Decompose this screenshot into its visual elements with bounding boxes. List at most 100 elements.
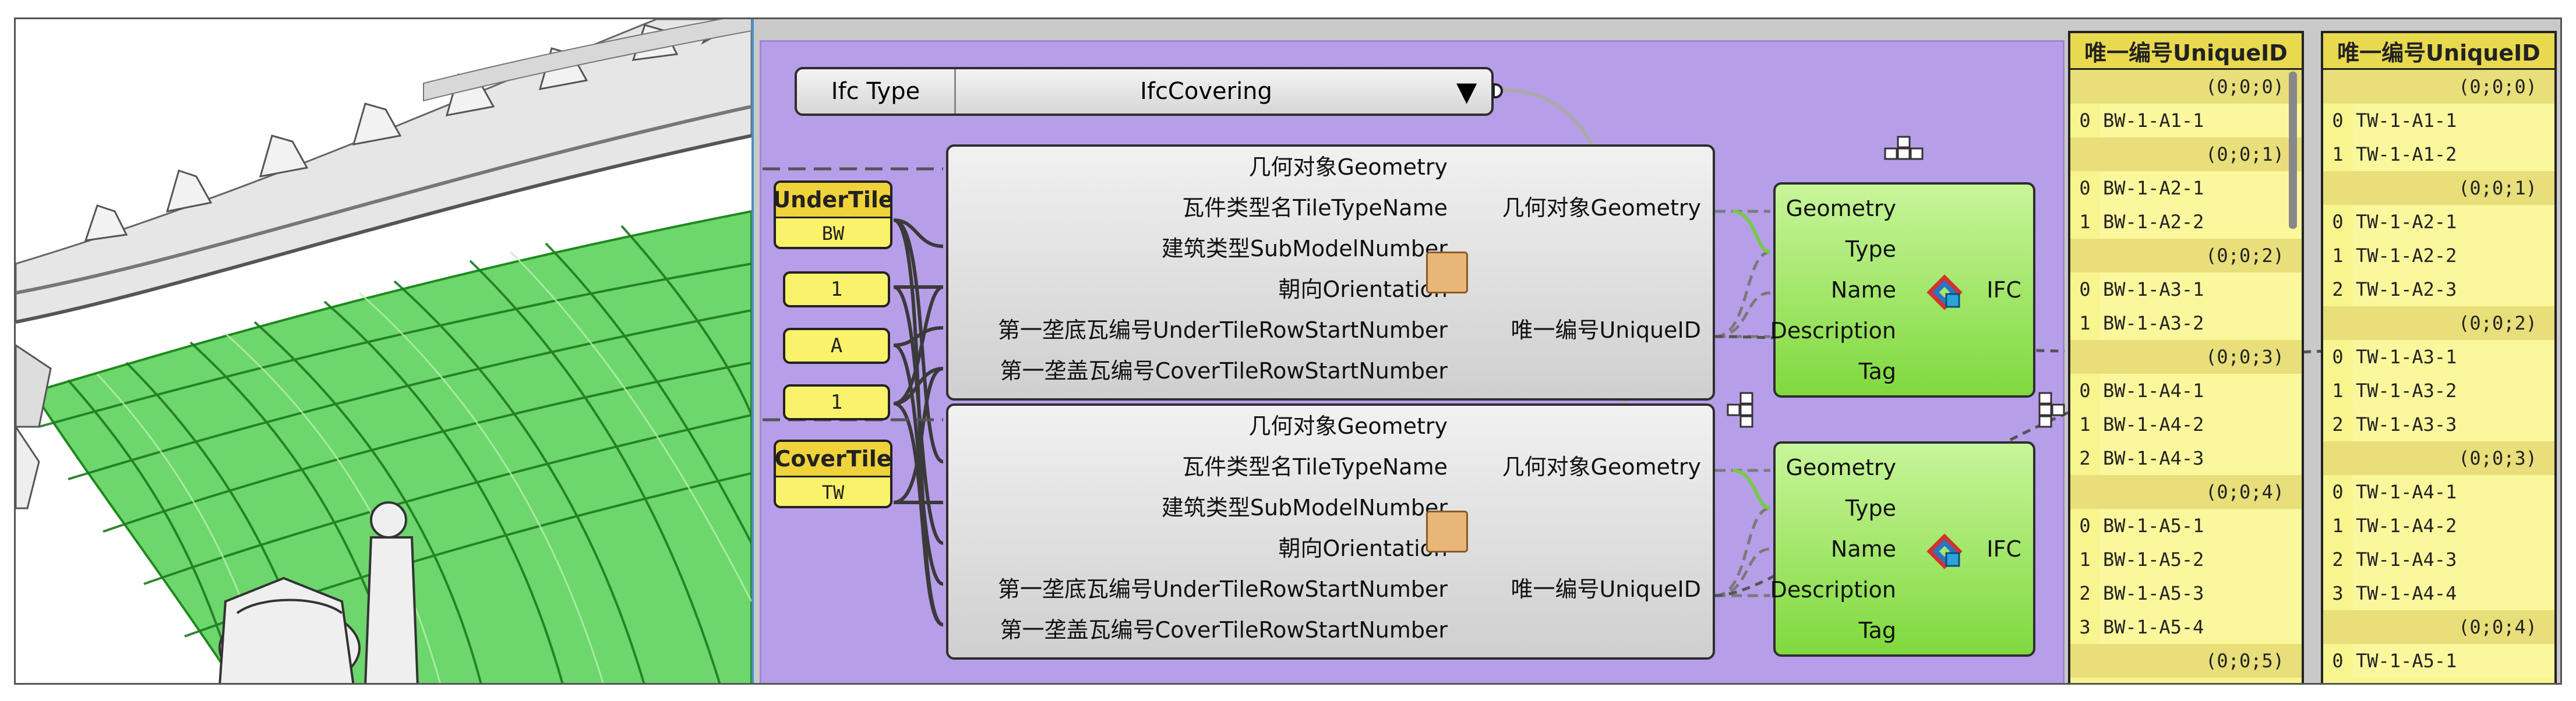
panel-path-row: (0;0;2) — [2323, 306, 2554, 340]
panel-item-row: 2 BW-1-A5-3 — [2070, 576, 2302, 610]
input-tiletypename[interactable]: 瓦件类型名TileTypeName — [1182, 197, 1448, 219]
ifc-type-value: IfcCovering — [1140, 78, 1272, 105]
panel-item-index: 2 — [2079, 447, 2091, 469]
ifc-input-description[interactable]: Description — [1770, 579, 1896, 601]
input-orientation[interactable]: 朝向Orientation — [1278, 537, 1448, 560]
panel-item-index: 0 — [2079, 278, 2091, 300]
input-orientation[interactable]: 朝向Orientation — [1278, 278, 1448, 300]
panel-item-row: 0 TW-1-A1-1 — [2323, 104, 2554, 137]
panel-uniqueid-cover[interactable]: 唯一编号UniqueID (0;0;0) 0 TW-1-A1-1 1 TW-1-A1-2… — [2321, 31, 2557, 683]
number-input-2[interactable]: 1 — [783, 384, 890, 420]
box-icon — [1426, 252, 1468, 293]
ifc-input-name[interactable]: Name — [1831, 538, 1896, 560]
panel-item-row: 0 BW-1-A5-1 — [2070, 509, 2302, 543]
panel-path-row: (0;0;0) — [2323, 70, 2554, 104]
input-submodelnumber[interactable]: 建筑类型SubModelNumber — [1162, 238, 1448, 260]
panel-item-value: TW-1-A4-1 — [2352, 475, 2554, 509]
panel-item-row: 0 TW-1-A4-1 — [2323, 475, 2554, 509]
ifc-logo-icon — [1924, 272, 1965, 313]
tile-component-cover[interactable]: 几何对象Geometry 瓦件类型名TileTypeName 建筑类型SubMo… — [946, 403, 1715, 660]
ifc-output[interactable]: IFC — [1986, 279, 2021, 301]
ifc-input-tag[interactable]: Tag — [1859, 360, 1896, 383]
ifc-input-type[interactable]: Type — [1845, 238, 1896, 260]
panel-item-row: 0 BW-1-A1-1 — [2070, 104, 2302, 137]
output-uniqueid[interactable]: 唯一编号UniqueID — [1511, 578, 1701, 600]
panel-title: 唯一编号UniqueID — [2323, 33, 2554, 70]
rhino-viewport[interactable] — [16, 19, 754, 683]
ifc-input-tag[interactable]: Tag — [1859, 619, 1896, 642]
grasshopper-canvas[interactable]: Ifc Type IfcCovering ▼ UnderTile BW Cove… — [754, 19, 2560, 683]
tile-component-under[interactable]: 几何对象Geometry 瓦件类型名TileTypeName 建筑类型SubMo… — [946, 144, 1715, 401]
ifc-input-geometry[interactable]: Geometry — [1786, 456, 1896, 479]
input-undertilerowstart[interactable]: 第一垄底瓦编号UnderTileRowStartNumber — [998, 319, 1448, 341]
panel-item-value: BW-1-A5-4 — [2099, 610, 2302, 644]
output-geometry[interactable]: 几何对象Geometry — [1502, 456, 1701, 478]
panel-item-row: 2 BW-1-A4-3 — [2070, 441, 2302, 475]
panel-item-index: 1 — [2079, 548, 2091, 571]
panel-item-value: TW-1-A3-1 — [2352, 340, 2554, 374]
ifc-output[interactable]: IFC — [1986, 538, 2021, 560]
ifc-component-cover[interactable]: Geometry Type Name Description Tag IFC — [1770, 441, 2035, 657]
panel-item-row: 3 BW-1-A5-4 — [2070, 610, 2302, 644]
panel-path-row: (0;0;3) — [2323, 441, 2554, 475]
ifc-input-description[interactable]: Description — [1770, 320, 1896, 342]
param-covertile-value: TW — [821, 482, 845, 504]
panel-item-value: BW-1-A5-2 — [2099, 543, 2302, 576]
input-geometry[interactable]: 几何对象Geometry — [1249, 415, 1448, 437]
zoom-widget-icon[interactable] — [1884, 136, 1925, 171]
panel-item-row: 1 TW-1-A3-2 — [2323, 374, 2554, 408]
dropdown-arrow-icon[interactable]: ▼ — [1456, 76, 1491, 107]
panel-item-row: 0 TW-1-A2-1 — [2323, 205, 2554, 239]
panel-item-index: 2 — [2079, 582, 2091, 604]
ifc-input-type[interactable]: Type — [1845, 497, 1896, 519]
param-covertile[interactable]: CoverTile TW — [774, 440, 892, 508]
panel-item-value: TW-1-A1-2 — [2352, 137, 2554, 171]
panel-rows: (0;0;0) 0 TW-1-A1-1 1 TW-1-A1-2 (0;0;1) 0 TW-1-… — [2323, 70, 2554, 678]
ifc-input-geometry[interactable]: Geometry — [1786, 197, 1896, 219]
panel-item-index: 2 — [2332, 548, 2344, 571]
number-input-1[interactable]: 1 — [783, 271, 890, 307]
panel-item-value: BW-1-A2-1 — [2099, 171, 2302, 205]
ifc-input-name[interactable]: Name — [1831, 279, 1896, 301]
zoom-widget-icon[interactable] — [1727, 392, 1767, 438]
panel-path-row: (0;0;0) — [2070, 70, 2302, 104]
panel-item-value: BW-1-A1-1 — [2099, 104, 2302, 137]
input-covertilerowstart[interactable]: 第一垄盖瓦编号CoverTileRowStartNumber — [1000, 619, 1448, 641]
panel-scrollbar[interactable] — [2289, 72, 2297, 229]
panel-rows: (0;0;0) 0 BW-1-A1-1 (0;0;1) 0 BW-1-A2-1 1 BW-1-… — [2070, 70, 2302, 678]
panel-title: 唯一编号UniqueID — [2070, 33, 2302, 70]
panel-path-row: (0;0;1) — [2070, 137, 2302, 171]
input-tiletypename[interactable]: 瓦件类型名TileTypeName — [1182, 456, 1448, 478]
panel-item-row: 1 TW-1-A4-2 — [2323, 509, 2554, 543]
panel-item-index: 0 — [2079, 380, 2091, 402]
panel-item-index: 3 — [2079, 616, 2091, 638]
panel-item-value: BW-1-A3-1 — [2099, 272, 2302, 306]
param-undertile[interactable]: UnderTile BW — [774, 180, 892, 249]
panel-item-index: 1 — [2332, 380, 2344, 402]
panel-item-index: 0 — [2332, 650, 2344, 672]
input-undertilerowstart[interactable]: 第一垄底瓦编号UnderTileRowStartNumber — [998, 578, 1448, 600]
output-uniqueid[interactable]: 唯一编号UniqueID — [1511, 319, 1701, 341]
panel-item-row: 0 TW-1-A5-1 — [2323, 644, 2554, 678]
panel-item-index: 0 — [2079, 515, 2091, 537]
panel-item-index: 0 — [2332, 481, 2344, 503]
panel-item-row: 2 TW-1-A3-3 — [2323, 408, 2554, 441]
ifc-type-dropdown[interactable]: Ifc Type IfcCovering ▼ — [795, 67, 1494, 116]
panel-item-index: 0 — [2079, 177, 2091, 199]
input-submodelnumber[interactable]: 建筑类型SubModelNumber — [1162, 497, 1448, 519]
input-covertilerowstart[interactable]: 第一垄盖瓦编号CoverTileRowStartNumber — [1000, 360, 1448, 382]
output-geometry[interactable]: 几何对象Geometry — [1502, 197, 1701, 219]
ifc-type-label: Ifc Type — [797, 69, 956, 114]
panel-uniqueid-under[interactable]: 唯一编号UniqueID (0;0;0) 0 BW-1-A1-1 (0;0;1) 0 BW… — [2068, 31, 2304, 683]
panel-item-row: 1 BW-1-A5-2 — [2070, 543, 2302, 576]
ifc-component-under[interactable]: Geometry Type Name Description Tag IFC — [1770, 182, 2035, 398]
panel-item-row: 0 BW-1-A3-1 — [2070, 272, 2302, 306]
panel-item-row: 1 BW-1-A2-2 — [2070, 205, 2302, 239]
panel-item-row: 2 TW-1-A4-3 — [2323, 543, 2554, 576]
input-geometry[interactable]: 几何对象Geometry — [1249, 156, 1448, 178]
panel-item-value: TW-1-A4-2 — [2352, 509, 2554, 543]
box-icon — [1426, 511, 1468, 553]
number-input-a[interactable]: A — [783, 328, 890, 364]
panel-item-value: TW-1-A3-2 — [2352, 374, 2554, 408]
panel-item-index: 2 — [2332, 413, 2344, 436]
